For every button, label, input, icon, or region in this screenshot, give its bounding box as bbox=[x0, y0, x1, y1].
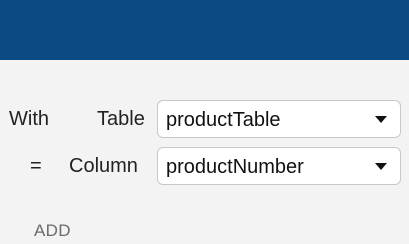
column-dropdown[interactable]: productNumber bbox=[157, 147, 401, 185]
table-dropdown-value: productTable bbox=[166, 109, 281, 131]
add-button[interactable]: ADD bbox=[34, 221, 71, 241]
caret-down-icon[interactable] bbox=[375, 116, 387, 123]
equals-label: = bbox=[30, 155, 42, 177]
column-dropdown-value: productNumber bbox=[166, 156, 304, 178]
header-bar bbox=[0, 0, 409, 60]
table-label: Table bbox=[97, 108, 145, 130]
with-label: With bbox=[9, 108, 49, 130]
caret-down-icon[interactable] bbox=[375, 163, 387, 170]
column-label: Column bbox=[69, 155, 138, 177]
table-row: With Table productTable bbox=[0, 99, 409, 139]
table-dropdown[interactable]: productTable bbox=[157, 100, 401, 138]
column-row: = Column productNumber bbox=[0, 146, 409, 186]
